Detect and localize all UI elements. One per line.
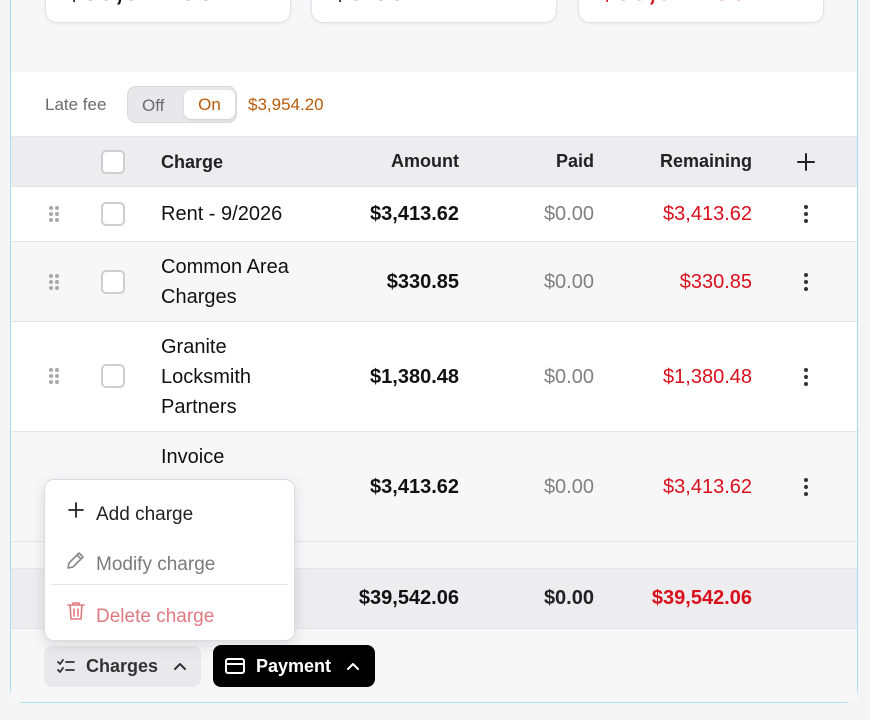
- select-all-checkbox[interactable]: [101, 150, 125, 174]
- row-more-options-icon[interactable]: [802, 478, 810, 498]
- row-amount: $3,413.62: [370, 203, 459, 225]
- charges-menu-button[interactable]: Charges: [44, 646, 201, 687]
- menu-item-add-charge[interactable]: Add charge: [45, 486, 294, 534]
- menu-item-delete-charge[interactable]: Delete charge: [45, 588, 294, 636]
- menu-divider: [51, 584, 288, 585]
- row-paid: $0.00: [543, 476, 594, 498]
- late-fee-bar: Late fee Off On $3,954.20: [11, 72, 857, 137]
- charges-button-label: Charges: [86, 656, 159, 676]
- row-amount: $3,413.62: [370, 476, 459, 498]
- modify-charge-label: Modify charge: [96, 554, 216, 575]
- row-paid: $0.00: [543, 271, 594, 293]
- row-checkbox[interactable]: [101, 202, 125, 226]
- summary-remaining-card: $39,542.06: [578, 0, 824, 23]
- summary-total-value: $39,542.06: [66, 0, 213, 8]
- row-remaining: $330.85: [679, 271, 752, 293]
- row-checkbox[interactable]: [101, 364, 125, 388]
- row-more-options-icon[interactable]: [802, 205, 810, 225]
- row-paid: $0.00: [543, 366, 594, 388]
- row-checkbox[interactable]: [101, 270, 125, 294]
- charges-dropdown-menu: Add charge Modify charge Delete charge: [44, 479, 295, 641]
- payment-button-label: Payment: [256, 656, 332, 676]
- row-charge: Granite Locksmith Partners: [161, 336, 252, 418]
- header-amount: Amount: [391, 151, 459, 171]
- table-row[interactable]: Rent - 9/2026 $3,413.62 $0.00 $3,413.62: [11, 187, 857, 242]
- summary-remaining-value: $39,542.06: [599, 0, 746, 8]
- checklist-icon: [57, 659, 75, 673]
- chevron-up-icon: [347, 663, 359, 670]
- row-remaining: $1,380.48: [663, 366, 752, 388]
- row-charge: Common Area Charges: [161, 256, 289, 308]
- header-remaining: Remaining: [659, 151, 752, 171]
- summary-paid-card: $0.00: [311, 0, 557, 23]
- chevron-up-icon: [174, 663, 186, 670]
- drag-handle-icon[interactable]: [49, 368, 61, 386]
- trash-icon: [67, 602, 85, 620]
- table-row[interactable]: Granite Locksmith Partners $1,380.48 $0.…: [11, 322, 857, 432]
- row-paid: $0.00: [543, 203, 594, 225]
- delete-charge-label: Delete charge: [96, 606, 215, 627]
- pencil-icon: [67, 552, 84, 569]
- total-amount: $39,542.06: [358, 587, 459, 609]
- late-fee-toggle[interactable]: Off On: [127, 86, 237, 123]
- header-paid: Paid: [555, 151, 594, 171]
- table-header-row: Charge Amount Paid Remaining: [11, 137, 857, 187]
- summary-paid-value: $0.00: [332, 0, 406, 8]
- row-more-options-icon[interactable]: [802, 273, 810, 293]
- row-charge: Invoice: [161, 446, 225, 468]
- table-row[interactable]: Common Area Charges $330.85 $0.00 $330.8…: [11, 242, 857, 322]
- header-charge: Charge: [161, 152, 224, 172]
- late-fee-amount: $3,954.20: [248, 95, 324, 114]
- total-remaining: $39,542.06: [651, 587, 752, 609]
- row-charge: Rent - 9/2026: [161, 203, 283, 225]
- late-fee-off-option[interactable]: Off: [142, 96, 164, 116]
- add-charge-label: Add charge: [96, 504, 194, 525]
- drag-handle-icon[interactable]: [49, 206, 61, 224]
- row-amount: $1,380.48: [370, 366, 459, 388]
- row-amount: $330.85: [386, 271, 459, 293]
- credit-card-icon: [225, 658, 245, 674]
- payment-button[interactable]: Payment: [213, 645, 375, 687]
- late-fee-label: Late fee: [45, 95, 107, 114]
- late-fee-on-option[interactable]: On: [184, 90, 235, 119]
- row-more-options-icon[interactable]: [802, 368, 810, 388]
- row-remaining: $3,413.62: [663, 476, 752, 498]
- add-column-plus-icon[interactable]: [795, 151, 817, 173]
- total-paid: $0.00: [543, 587, 594, 609]
- drag-handle-icon[interactable]: [49, 274, 61, 292]
- row-remaining: $3,413.62: [663, 203, 752, 225]
- menu-item-modify-charge[interactable]: Modify charge: [45, 536, 294, 584]
- plus-icon: [68, 502, 84, 518]
- summary-total-card: $39,542.06: [45, 0, 291, 23]
